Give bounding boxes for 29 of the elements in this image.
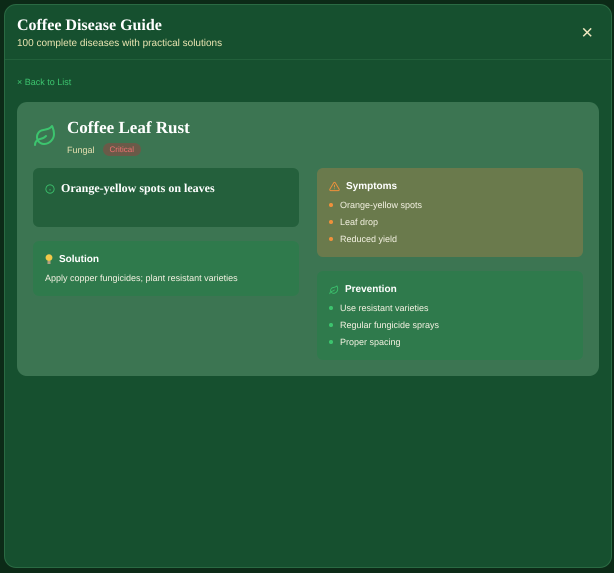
list-item: Regular fungicide sprays: [340, 320, 440, 330]
bullet-icon: [329, 306, 333, 310]
back-link[interactable]: × Back to List: [17, 77, 72, 87]
list-item: Proper spacing: [340, 337, 401, 347]
solution-text: Apply copper fungicides; plant resistant varieties: [45, 273, 239, 283]
summary-text: Orange-yellow spots on leaves: [61, 181, 215, 196]
list-item: Leaf drop: [340, 217, 378, 227]
leaf-icon: [329, 284, 339, 294]
leaf-icon: [33, 124, 57, 148]
bullet-icon: [329, 340, 333, 344]
modal-subtitle: 100 complete diseases with practical solutions: [17, 38, 222, 49]
bullet-icon: [329, 323, 333, 327]
modal-title: Coffee Disease Guide: [17, 17, 163, 35]
bullet-icon: [329, 220, 333, 224]
bullet-icon: [329, 203, 333, 207]
list-item: Orange-yellow spots: [340, 200, 422, 210]
bullet-icon: [329, 237, 333, 241]
close-button[interactable]: ×: [579, 23, 595, 43]
lightbulb-icon: [45, 254, 53, 265]
category-label: Fungal: [67, 144, 95, 154]
list-item: Use resistant varieties: [340, 303, 429, 313]
warning-icon: [329, 181, 340, 192]
section-title: Prevention: [345, 284, 397, 295]
info-icon: [45, 184, 55, 194]
section-title: Symptoms: [346, 181, 398, 192]
solution-title: Solution: [59, 254, 99, 265]
severity-badge: Critical: [102, 143, 141, 156]
list-item: Reduced yield: [340, 234, 398, 244]
disease-name: Coffee Leaf Rust: [67, 118, 190, 138]
